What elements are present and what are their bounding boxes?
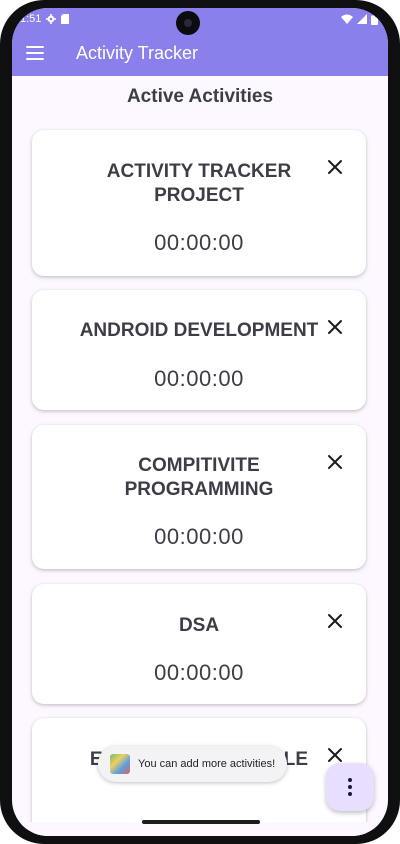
front-camera: [176, 11, 200, 35]
activity-timer: 00:00:00: [154, 524, 244, 549]
nav-bar-area: [12, 822, 388, 836]
wifi-icon: [341, 14, 353, 24]
sd-card-icon: [61, 14, 70, 24]
activity-card[interactable]: ANDROID DEVELOPMENT 00:00:00: [32, 290, 366, 410]
phone-frame: 1:51 Activity Tracker Active Activities …: [0, 0, 400, 844]
activity-name: DSA: [178, 615, 220, 636]
app-icon: [110, 754, 130, 774]
more-vert-icon: [348, 778, 352, 796]
activity-name: COMPITIVITE PROGRAMMING: [124, 455, 274, 500]
close-icon[interactable]: [326, 158, 344, 176]
gesture-nav-handle[interactable]: [142, 820, 260, 824]
hamburger-menu-icon[interactable]: [26, 46, 44, 60]
close-icon[interactable]: [326, 318, 344, 336]
close-icon[interactable]: [326, 612, 344, 630]
activity-timer: 00:00:00: [154, 230, 244, 255]
screen: 1:51 Activity Tracker Active Activities …: [12, 8, 388, 836]
app-title: Activity Tracker: [76, 42, 199, 63]
activity-name: ACTIVITY TRACKER PROJECT: [106, 161, 292, 206]
page-title: Active Activities: [126, 86, 274, 107]
toast-text: You can add more activities!: [138, 758, 276, 770]
battery-icon: [371, 13, 378, 25]
activity-card[interactable]: COMPITIVITE PROGRAMMING 00:00:00: [32, 425, 366, 569]
more-options-fab[interactable]: [326, 763, 374, 811]
settings-icon: [46, 14, 57, 24]
activity-name: ANDROID DEVELOPMENT: [79, 320, 319, 341]
app-bar: Activity Tracker: [12, 30, 388, 76]
activity-card[interactable]: ACTIVITY TRACKER PROJECT 00:00:00: [32, 130, 366, 276]
activity-timer: 00:00:00: [154, 366, 244, 391]
toast-message: You can add more activities!: [98, 746, 288, 782]
status-bar: 1:51: [12, 8, 388, 30]
close-icon[interactable]: [326, 453, 344, 471]
signal-icon: [357, 14, 367, 24]
status-time: 1:51: [20, 13, 42, 25]
activity-card[interactable]: DSA 00:00:00: [32, 584, 366, 704]
activity-timer: 00:00:00: [154, 660, 244, 685]
close-icon[interactable]: [326, 746, 344, 764]
